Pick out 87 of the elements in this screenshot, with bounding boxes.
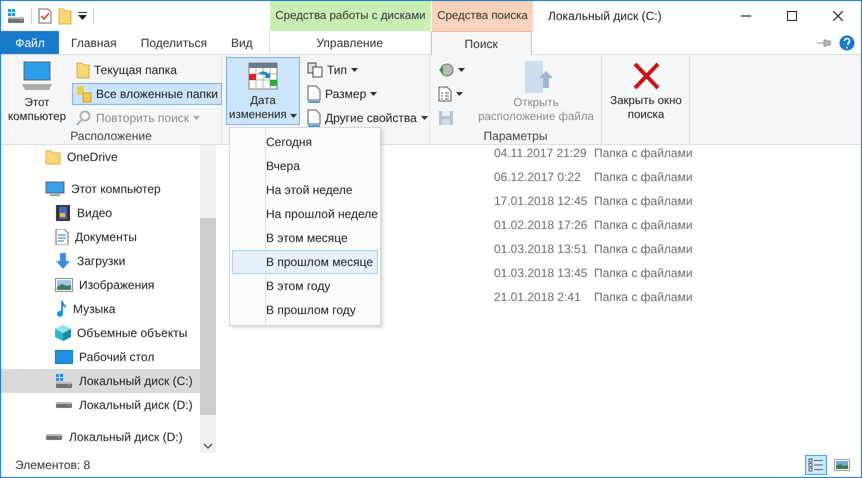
date-cell-text: 01.02.2018 17:26 xyxy=(494,218,588,232)
save-icon xyxy=(438,110,454,126)
ribbon-button[interactable]: Другие свойства xyxy=(303,107,432,129)
pin-icon xyxy=(817,38,831,46)
button-label: Закрыть окно поиска xyxy=(609,94,683,122)
ribbon-button[interactable]: Закрыть окно поиска xyxy=(606,57,686,125)
nav-item[interactable]: Локальный диск (D:) xyxy=(1,393,200,417)
nav-item[interactable]: Изображения xyxy=(1,273,200,297)
button-label: Открыть расположение файла xyxy=(477,96,595,124)
menu-item[interactable]: В прошлом месяце xyxy=(232,250,378,274)
nav-item[interactable]: OneDrive xyxy=(1,145,200,169)
type-cell-text: Папка с файлами xyxy=(594,170,694,184)
maximize-icon xyxy=(787,11,797,21)
close-icon xyxy=(833,11,843,21)
nav-item[interactable]: Музыка xyxy=(1,297,200,321)
ribbon-button[interactable]: Тип xyxy=(303,59,432,81)
type-cell-text: Папка с файлами xyxy=(594,218,694,232)
date-cell-text: 06.12.2017 0:22 xyxy=(494,170,582,184)
menu-item[interactable]: В этом месяце xyxy=(232,226,378,250)
date-cell-text: 01.03.2018 13:45 xyxy=(494,266,588,280)
scrollbar[interactable] xyxy=(200,145,216,453)
large-icons-view-icon xyxy=(834,459,850,471)
menu-item[interactable]: Вчера xyxy=(232,154,378,178)
type-cell-text: Папка с файлами xyxy=(594,194,694,208)
context-tab-header: Средства поиска xyxy=(432,1,533,31)
folder-icon xyxy=(45,149,61,165)
status-text: Элементов: 8 xyxy=(15,458,90,472)
date-cell-text: 17.01.2018 12:45 xyxy=(494,194,588,208)
nav-item[interactable]: Видео xyxy=(1,201,200,225)
menu-item[interactable]: Сегодня xyxy=(232,130,378,154)
drive-icon xyxy=(56,402,72,408)
search-icon xyxy=(76,110,92,126)
window-title: Локальный диск (C:) xyxy=(547,8,663,25)
dropdown-icon[interactable] xyxy=(78,12,87,20)
menu-item[interactable]: На этой неделе xyxy=(232,178,378,202)
nav-item[interactable]: Загрузки xyxy=(1,249,200,273)
date-cell-text: 04.11.2017 21:29 xyxy=(494,146,588,160)
folder-icon xyxy=(76,61,90,79)
ribbon-tab[interactable]: Поиск xyxy=(430,31,532,55)
checklist-icon xyxy=(38,8,52,24)
date-cell-text: 21.01.2018 2:41 xyxy=(494,290,582,304)
menu-item[interactable]: На прошлой неделе xyxy=(232,202,378,226)
type-cell-text: Папка с файлами xyxy=(594,242,694,256)
options-list-icon xyxy=(438,86,452,102)
ribbon-button[interactable]: Текущая папка xyxy=(72,59,222,81)
film-icon xyxy=(55,205,71,221)
ribbon-button[interactable]: Размер xyxy=(303,83,432,105)
nav-item[interactable]: Документы xyxy=(1,225,200,249)
cube-icon xyxy=(55,325,71,341)
folder-icon xyxy=(58,7,72,25)
date-cell-text: 01.03.2018 13:51 xyxy=(494,242,588,256)
music-note-icon xyxy=(55,301,67,317)
monitor-icon xyxy=(45,181,65,197)
context-tab-header: Средства работы с дисками xyxy=(270,1,431,31)
view-button[interactable] xyxy=(805,455,827,475)
ribbon-button[interactable]: Все вложенные папки xyxy=(72,83,222,105)
ribbon-button[interactable]: Этот компьютер xyxy=(5,57,69,127)
menu-item[interactable]: В прошлом году xyxy=(232,298,378,322)
details-view-icon xyxy=(808,458,824,472)
nav-item[interactable]: Объемные объекты xyxy=(1,321,200,345)
group-label: Параметры xyxy=(482,129,548,144)
type-cell-text: Папка с файлами xyxy=(594,290,694,304)
calendar-icon xyxy=(247,60,279,92)
subfolders-icon xyxy=(76,85,92,103)
nav-item[interactable]: Локальный диск (C:) xyxy=(1,369,200,393)
drive-icon xyxy=(55,373,73,389)
drive-icon xyxy=(46,434,62,440)
ribbon-tab[interactable]: Файл xyxy=(1,31,59,54)
menu-item[interactable]: В этом году xyxy=(232,274,378,298)
image-icon xyxy=(55,278,73,292)
button-label: Дата изменения xyxy=(229,94,297,122)
type-cell-text: Папка с файлами xyxy=(594,146,694,160)
button-label: Этот компьютер xyxy=(8,96,66,124)
download-arrow-icon xyxy=(55,253,71,269)
nav-item[interactable]: Локальный диск (D:) xyxy=(1,425,200,449)
type-cell-text: Папка с файлами xyxy=(594,266,694,280)
nav-item[interactable]: Рабочий стол xyxy=(1,345,200,369)
nav-item[interactable]: Этот компьютер xyxy=(1,177,200,201)
recent-search-icon xyxy=(438,62,454,78)
group-label: Расположение xyxy=(69,129,153,144)
file-types-icon xyxy=(307,62,323,78)
document-icon xyxy=(307,85,321,103)
drive-icon xyxy=(7,8,25,24)
desktop-icon xyxy=(55,350,73,364)
ribbon-button[interactable]: Дата изменения xyxy=(226,57,300,125)
help-icon xyxy=(839,34,855,50)
document-icon xyxy=(55,229,69,245)
